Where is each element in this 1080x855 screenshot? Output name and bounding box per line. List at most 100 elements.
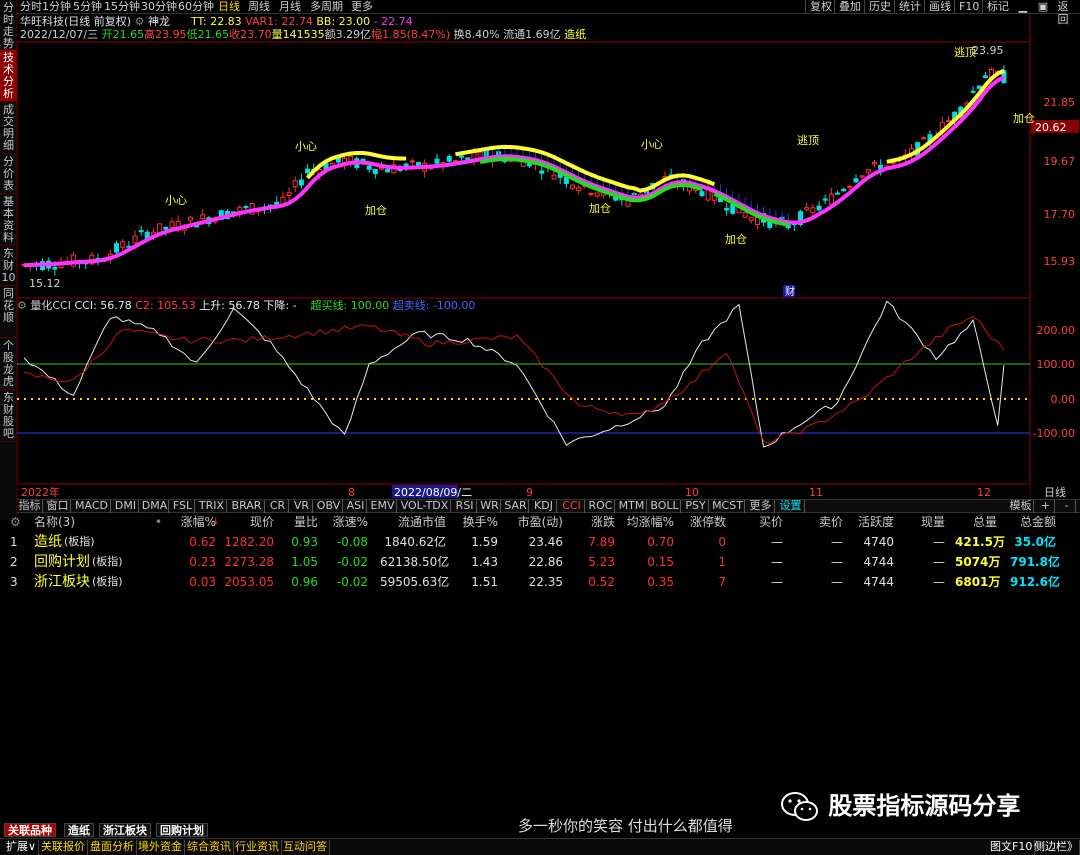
indicator-tab[interactable]: VR (291, 500, 313, 513)
indicator-tab[interactable]: WR (479, 500, 501, 513)
vtab-price-table[interactable]: 分价表 (0, 154, 17, 194)
indicator-tab[interactable]: 窗口 (45, 500, 71, 513)
col-turnover[interactable]: 换手% (452, 514, 498, 530)
minimize-icon[interactable]: ▁ (1014, 0, 1032, 14)
stats-button[interactable]: 统计 (894, 0, 925, 14)
indicator-tab[interactable]: 指标 (17, 500, 43, 513)
vtab-forum[interactable]: 东财股吧 (0, 390, 17, 442)
indicator-tab[interactable]: MCST (711, 500, 745, 513)
btab-related[interactable]: 关联品种 (4, 823, 56, 837)
indicator-tab[interactable]: ASI (345, 500, 367, 513)
tf-minute[interactable]: 分时 (20, 0, 42, 14)
col-diff[interactable]: 涨跌 (575, 514, 615, 530)
tf-weekly[interactable]: 周线 (248, 0, 270, 14)
vtab-basic-info[interactable]: 基本资料 (0, 194, 17, 246)
financial-marker[interactable]: 财 (785, 285, 795, 298)
vtab-intraday[interactable]: 分时走势 (0, 0, 17, 50)
stab-news[interactable]: 综合资讯 (185, 840, 234, 855)
stab-sidebar[interactable]: 侧边栏》 (1032, 840, 1080, 855)
tf-daily[interactable]: 日线 (218, 0, 240, 14)
indicator-tab[interactable]: CR (267, 500, 289, 513)
minus-icon[interactable]: - (1058, 500, 1076, 513)
col-bid[interactable]: 买价 (745, 514, 783, 530)
indicator-tab[interactable]: BOLL (649, 500, 681, 513)
indicator-tab[interactable]: 设置 (777, 500, 805, 513)
stab-quotes[interactable]: 关联报价 (39, 840, 88, 855)
indicator-tab[interactable]: CCI (559, 500, 585, 513)
btab-paper[interactable]: 造纸 (64, 823, 94, 837)
stab-f10[interactable]: 图文F10 (988, 840, 1036, 855)
stab-qa[interactable]: 互动问答 (281, 840, 330, 855)
indicator-tab[interactable]: VOL-TDX (399, 500, 451, 513)
tf-multi[interactable]: 多周期 (310, 0, 343, 14)
vtab-tonghuashun[interactable]: 同花顺 (0, 286, 17, 338)
indicator-tab[interactable]: MACD (73, 500, 111, 513)
col-avg-change[interactable]: 均涨幅% (620, 514, 674, 530)
tf-5min[interactable]: 5分钟 (73, 0, 102, 14)
indicator-tab[interactable]: MTM (617, 500, 647, 513)
indicator-tab[interactable]: RSI (453, 500, 477, 513)
col-volume-ratio[interactable]: 量比 (280, 514, 318, 530)
vtab-technical[interactable]: 技术分析 (0, 50, 17, 102)
restore-right-button[interactable]: 复权 (805, 0, 836, 14)
watermark-text: 股票指标源码分享 (828, 792, 1021, 820)
indicator-tab[interactable]: DMA (141, 500, 169, 513)
gear-icon[interactable]: ⚙ (17, 299, 27, 312)
cell-name[interactable]: 造纸 (34, 532, 62, 552)
table-settings-icon[interactable]: ⚙ (10, 514, 21, 530)
col-activity[interactable]: 活跃度 (850, 514, 894, 530)
cell-name[interactable]: 回购计划 (34, 552, 90, 572)
sort-desc-icon[interactable]: ↓ (212, 514, 220, 530)
cell-amt: 791.8亿 (1010, 555, 1060, 569)
overlay-button[interactable]: 叠加 (834, 0, 865, 14)
template-button[interactable]: 模板 (1008, 500, 1034, 513)
vtab-trades[interactable]: 成交明细 (0, 102, 17, 154)
stab-analysis[interactable]: 盘面分析 (88, 840, 137, 855)
back-icon[interactable]: 返回 (1054, 0, 1072, 26)
f10-button[interactable]: F10 (954, 0, 983, 14)
tf-15min[interactable]: 15分钟 (104, 0, 140, 14)
col-total-vol[interactable]: 总量 (955, 514, 997, 530)
cell-name[interactable]: 浙江板块 (34, 572, 90, 592)
draw-line-button[interactable]: 画线 (924, 0, 955, 14)
col-limit-up[interactable]: 涨停数 (680, 514, 726, 530)
restore-icon[interactable]: ▣ (1034, 0, 1052, 14)
candle-body (865, 169, 871, 173)
indicator-tab[interactable]: TRIX (197, 500, 227, 513)
stab-foreign[interactable]: 境外资金 (136, 840, 185, 855)
indicator-tab[interactable]: 更多 (747, 500, 775, 513)
indicator-tab[interactable]: OBV (315, 500, 343, 513)
indicator-tab[interactable]: EMV (369, 500, 397, 513)
indicator-tab[interactable]: PSY (683, 500, 709, 513)
tf-more[interactable]: 更多 (351, 0, 373, 14)
tf-60min[interactable]: 60分钟 (178, 0, 214, 14)
col-total-amount[interactable]: 总金额 (1010, 514, 1056, 530)
kline-chart[interactable]: 21.85 20.62 19.67 17.70 15.93 200.00 100… (17, 14, 1080, 499)
col-current-vol[interactable]: 现量 (905, 514, 945, 530)
indicator-tab[interactable]: SAR (503, 500, 529, 513)
vtab-dragon-tiger[interactable]: 个股龙虎 (0, 338, 17, 390)
plus-icon[interactable]: + (1037, 500, 1055, 513)
tf-monthly[interactable]: 月线 (279, 0, 301, 14)
mark-button[interactable]: 标记 (982, 0, 1013, 14)
btab-buyback[interactable]: 回购计划 (156, 823, 208, 837)
col-ask[interactable]: 卖价 (805, 514, 843, 530)
indicator-tab[interactable]: KDJ (531, 500, 557, 513)
indicator-tab[interactable]: FSL (171, 500, 195, 513)
col-speed[interactable]: 涨速% (320, 514, 368, 530)
col-pe[interactable]: 市盈(动) (505, 514, 563, 530)
indicator-tab[interactable]: DMI (113, 500, 139, 513)
history-button[interactable]: 历史 (864, 0, 895, 14)
btab-zhejiang[interactable]: 浙江板块 (99, 823, 151, 837)
tf-1min[interactable]: 1分钟 (42, 0, 71, 14)
col-price[interactable]: 现价 (230, 514, 274, 530)
col-market-cap[interactable]: 流通市值 (380, 514, 446, 530)
indicator-tab[interactable]: BRAR (229, 500, 265, 513)
vtab-eastmoney10[interactable]: 东财10 (0, 246, 17, 286)
stab-expand[interactable]: 扩展∨ (4, 840, 40, 855)
col-name[interactable]: 名称(3) (34, 514, 75, 530)
stab-industry[interactable]: 行业资讯 (233, 840, 282, 855)
tf-30min[interactable]: 30分钟 (141, 0, 177, 14)
col-change-pct[interactable]: 涨幅% (168, 514, 216, 530)
indicator-tab[interactable]: ROC (587, 500, 615, 513)
